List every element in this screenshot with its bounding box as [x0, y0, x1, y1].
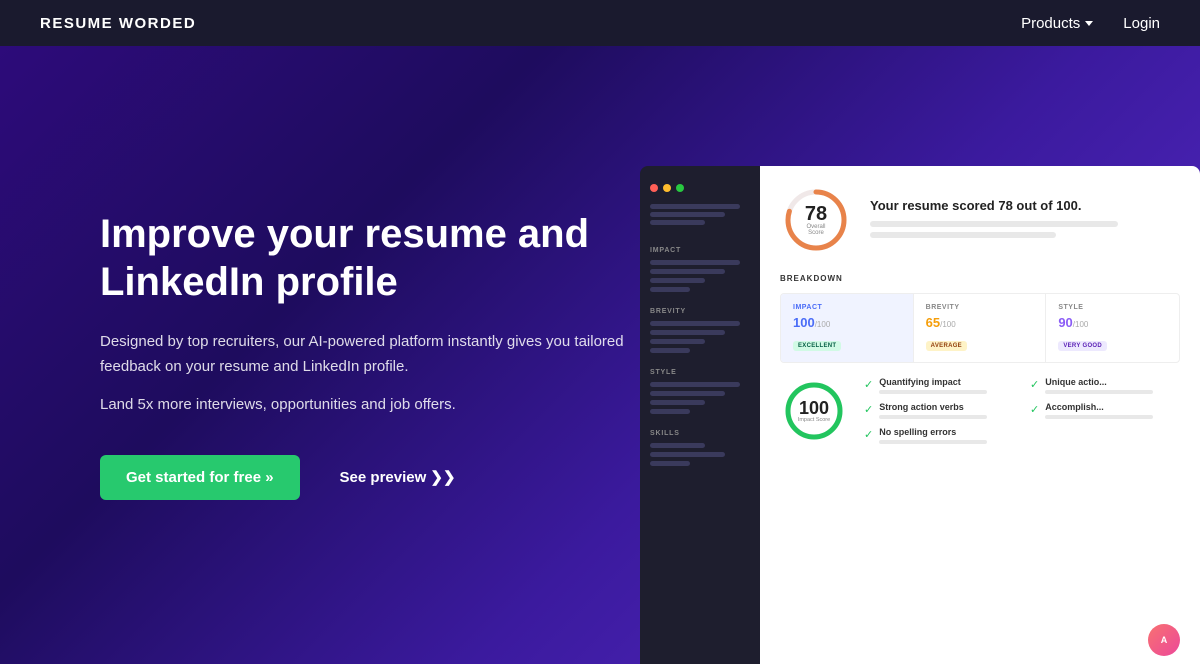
breakdown-title: BREAKDOWN: [780, 274, 1180, 283]
products-label: Products: [1021, 15, 1080, 32]
logo: RESUME WORDED: [40, 15, 196, 32]
score-bar-1: [870, 221, 1118, 227]
check-text-3: No spelling errors: [879, 427, 1014, 437]
check-icon-1: ✓: [864, 378, 873, 391]
hero-buttons: Get started for free » See preview ❯❯: [100, 454, 640, 500]
impact-score-number: 100: [798, 399, 830, 417]
score-header: 78 Overall Score Your resume scored 78 o…: [780, 184, 1180, 256]
sidebar-brevity: BREVITY: [640, 300, 760, 361]
nav-right: Products Login: [1021, 15, 1160, 32]
products-nav-item[interactable]: Products: [1021, 15, 1093, 32]
check-icon-r1: ✓: [1030, 378, 1039, 391]
checklist-left: ✓ Quantifying impact ✓ Strong action ver…: [864, 377, 1014, 452]
check-icon-2: ✓: [864, 403, 873, 416]
check-text-1: Quantifying impact: [879, 377, 1014, 387]
dot-red: [650, 184, 658, 192]
bd-style-badge: VERY GOOD: [1058, 341, 1107, 351]
sidebar-skills: SKILLS: [640, 422, 760, 474]
check-bar-1: [879, 390, 987, 394]
sidebar-impact: IMPACT: [640, 239, 760, 300]
score-panel: 78 Overall Score Your resume scored 78 o…: [760, 166, 1200, 664]
checklist-right: ✓ Unique actio... ✓ Accomplish...: [1030, 377, 1180, 427]
check-row-2: ✓ Strong action verbs: [864, 402, 1014, 419]
sidebar-brevity-label: BREVITY: [650, 308, 750, 315]
bd-brevity-label: BREVITY: [926, 304, 1034, 311]
see-preview-button[interactable]: See preview ❯❯: [316, 454, 480, 500]
bd-impact-label: IMPACT: [793, 304, 901, 311]
chevron-down-icon: [1085, 21, 1093, 26]
hero-content: Improve your resume and LinkedIn profile…: [100, 210, 640, 500]
check-icon-r2: ✓: [1030, 403, 1039, 416]
navbar: RESUME WORDED Products Login: [0, 0, 1200, 46]
avatar-badge: A: [1148, 624, 1180, 656]
check-text-r1: Unique actio...: [1045, 377, 1180, 387]
impact-score-circle-label: Impact Score: [798, 417, 830, 423]
breakdown-grid: IMPACT 100/100 EXCELLENT BREVITY 65/100 …: [780, 293, 1180, 363]
score-bar-2: [870, 232, 1056, 238]
check-bar-2: [879, 415, 987, 419]
check-row-r1: ✓ Unique actio...: [1030, 377, 1180, 394]
bd-style-score: 90/100: [1058, 315, 1167, 330]
bd-brevity-badge: AVERAGE: [926, 341, 967, 351]
bd-impact-score: 100/100: [793, 315, 901, 330]
overall-score-circle: 78 Overall Score: [780, 184, 852, 256]
sidebar-skills-label: SKILLS: [650, 430, 750, 437]
score-text: Your resume scored 78 out of 100.: [870, 198, 1180, 243]
dot-green: [676, 184, 684, 192]
sidebar-impact-label: IMPACT: [650, 247, 750, 254]
overall-score-label: Overall Score: [798, 224, 834, 236]
check-row-r2: ✓ Accomplish...: [1030, 402, 1180, 419]
hero-description2: Land 5x more interviews, opportunities a…: [100, 393, 640, 418]
bd-brevity-score: 65/100: [926, 315, 1034, 330]
overall-score-number: 78: [798, 204, 834, 224]
check-row-3: ✓ No spelling errors: [864, 427, 1014, 444]
bd-impact-badge: EXCELLENT: [793, 341, 841, 351]
hero-title: Improve your resume and LinkedIn profile: [100, 210, 640, 306]
check-row-1: ✓ Quantifying impact: [864, 377, 1014, 394]
app-top-bar: [640, 176, 760, 204]
app-panel: IMPACT BREVITY STYLE SKILL: [640, 166, 760, 664]
impact-area: 100 Impact Score ✓ Quantifying impact ✓: [780, 377, 1180, 452]
hero-section: Improve your resume and LinkedIn profile…: [0, 46, 1200, 664]
hero-description: Designed by top recruiters, our AI-power…: [100, 330, 640, 380]
bd-style-label: STYLE: [1058, 304, 1167, 311]
login-nav-item[interactable]: Login: [1123, 15, 1160, 32]
breakdown-style: STYLE 90/100 VERY GOOD: [1046, 294, 1179, 362]
check-text-r2: Accomplish...: [1045, 402, 1180, 412]
check-bar-3: [879, 440, 987, 444]
get-started-button[interactable]: Get started for free »: [100, 455, 300, 500]
check-text-2: Strong action verbs: [879, 402, 1014, 412]
breakdown-brevity: BREVITY 65/100 AVERAGE: [914, 294, 1047, 362]
check-bar-r1: [1045, 390, 1153, 394]
check-bar-r2: [1045, 415, 1153, 419]
sidebar-style: STYLE: [640, 361, 760, 422]
sidebar-style-label: STYLE: [650, 369, 750, 376]
impact-score-circle: 100 Impact Score: [780, 377, 848, 445]
score-headline: Your resume scored 78 out of 100.: [870, 198, 1180, 213]
breakdown-impact: IMPACT 100/100 EXCELLENT: [781, 294, 914, 362]
mockup-container: IMPACT BREVITY STYLE SKILL: [640, 166, 1200, 664]
dot-yellow: [663, 184, 671, 192]
check-icon-3: ✓: [864, 428, 873, 441]
